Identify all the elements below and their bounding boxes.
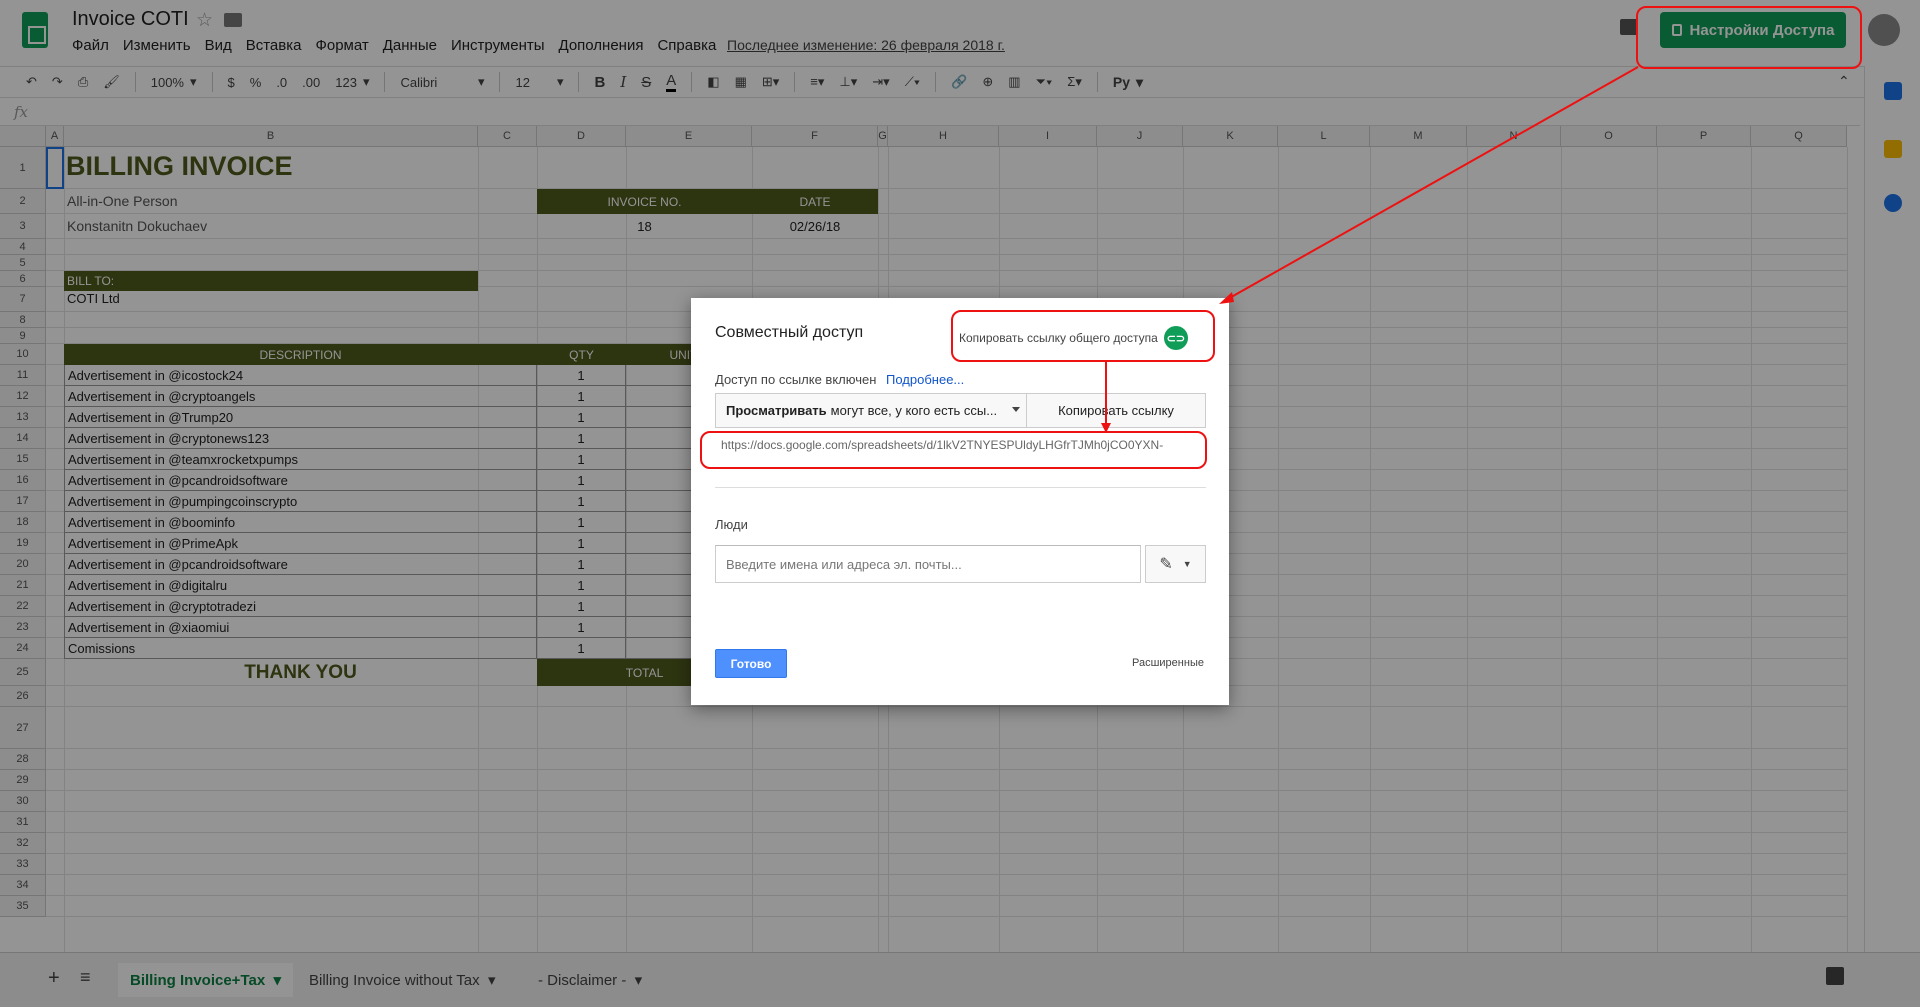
sheets-window: Invoice COTI ☆ Файл Изменить Вид Вставка Фор…: [0, 0, 1920, 1007]
annotation-arrows: [1101, 66, 1639, 433]
